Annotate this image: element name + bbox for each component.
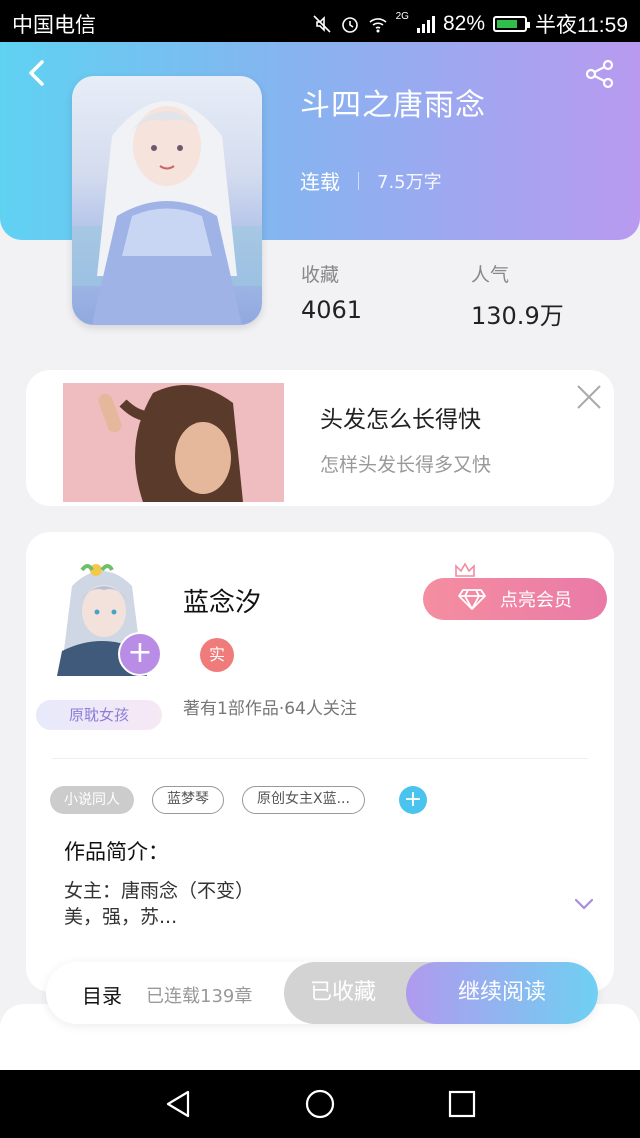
divider <box>358 171 359 190</box>
section-divider <box>52 758 588 759</box>
home-circle-icon[interactable] <box>304 1088 336 1120</box>
ad-card[interactable]: 头发怎么长得快 怎样头发长得多又快 <box>26 370 614 506</box>
book-title: 斗四之唐雨念 <box>300 88 486 123</box>
book-cover[interactable] <box>72 76 262 325</box>
intro-text[interactable]: 女主：唐雨念（不变） 美，强，苏... <box>64 878 254 930</box>
ad-image <box>63 383 284 502</box>
favorites-value: 4061 <box>301 296 363 324</box>
verified-badge: 实 <box>200 638 234 672</box>
intro-label: 作品简介： <box>64 840 169 864</box>
status-icons: 2G 82% 半夜11:59 <box>312 9 628 39</box>
back-triangle-icon[interactable] <box>162 1088 194 1120</box>
popularity-value: 130.9万 <box>471 302 564 330</box>
book-status-row: 连载 7.5万字 <box>300 166 442 195</box>
vip-button[interactable]: 点亮会员 <box>423 578 607 620</box>
author-stats: 著有1部作品·64人关注 <box>183 699 357 719</box>
tag-item[interactable]: 原创女主X蓝... <box>242 786 365 814</box>
close-icon[interactable] <box>576 384 602 410</box>
network-type: 2G <box>395 10 409 22</box>
wifi-icon <box>369 18 387 33</box>
favorites-label: 收藏 <box>301 264 340 286</box>
diamond-icon <box>458 589 486 610</box>
ad-subtitle: 怎样头发长得多又快 <box>320 454 492 476</box>
clock: 半夜11:59 <box>535 14 628 37</box>
battery-percent: 82% <box>442 12 485 35</box>
author-card: + 原耽女孩 蓝念汐 实 著有1部作品·64人关注 点亮会员 小说同人 蓝梦琴 … <box>26 532 614 992</box>
status-bar: 中国电信 2G 82% 半夜11:59 <box>0 0 640 42</box>
author-name[interactable]: 蓝念汐 <box>183 582 261 619</box>
system-nav-bar <box>0 1070 640 1138</box>
intro-line: 女主：唐雨念（不变） <box>64 880 255 902</box>
battery-icon <box>493 16 530 32</box>
chevron-down-icon[interactable] <box>574 898 594 910</box>
share-icon[interactable] <box>584 58 616 90</box>
serial-status: 连载 <box>300 170 340 194</box>
signal-icon <box>416 15 435 33</box>
add-tag-button[interactable]: + <box>398 786 427 814</box>
author-title-tag: 原耽女孩 <box>36 700 162 730</box>
alarm-icon <box>341 17 358 33</box>
tag-item[interactable]: 蓝梦琴 <box>152 786 224 814</box>
vip-label: 点亮会员 <box>500 590 572 611</box>
carrier-label: 中国电信 <box>12 14 96 37</box>
follow-author-button[interactable]: + <box>118 632 162 676</box>
recents-square-icon[interactable] <box>446 1088 478 1120</box>
catalog-button[interactable]: 目录 <box>82 980 122 1009</box>
tag-item[interactable]: 小说同人 <box>50 786 134 814</box>
intro-line: 美，强，苏... <box>64 906 178 928</box>
mute-icon <box>313 15 331 33</box>
continue-reading-button[interactable]: 继续阅读 <box>406 962 598 1024</box>
back-icon[interactable] <box>22 58 52 88</box>
tag-list: 小说同人 蓝梦琴 原创女主X蓝... + <box>50 786 427 814</box>
chapter-count: 已连载139章 <box>146 986 253 1007</box>
cover-illustration <box>72 101 262 325</box>
word-count: 7.5万字 <box>377 171 442 193</box>
action-bar: 目录 已连载139章 已收藏 继续阅读 <box>46 962 598 1024</box>
popularity-label: 人气 <box>471 264 510 286</box>
ad-title: 头发怎么长得快 <box>320 407 481 433</box>
crown-icon <box>455 562 475 577</box>
